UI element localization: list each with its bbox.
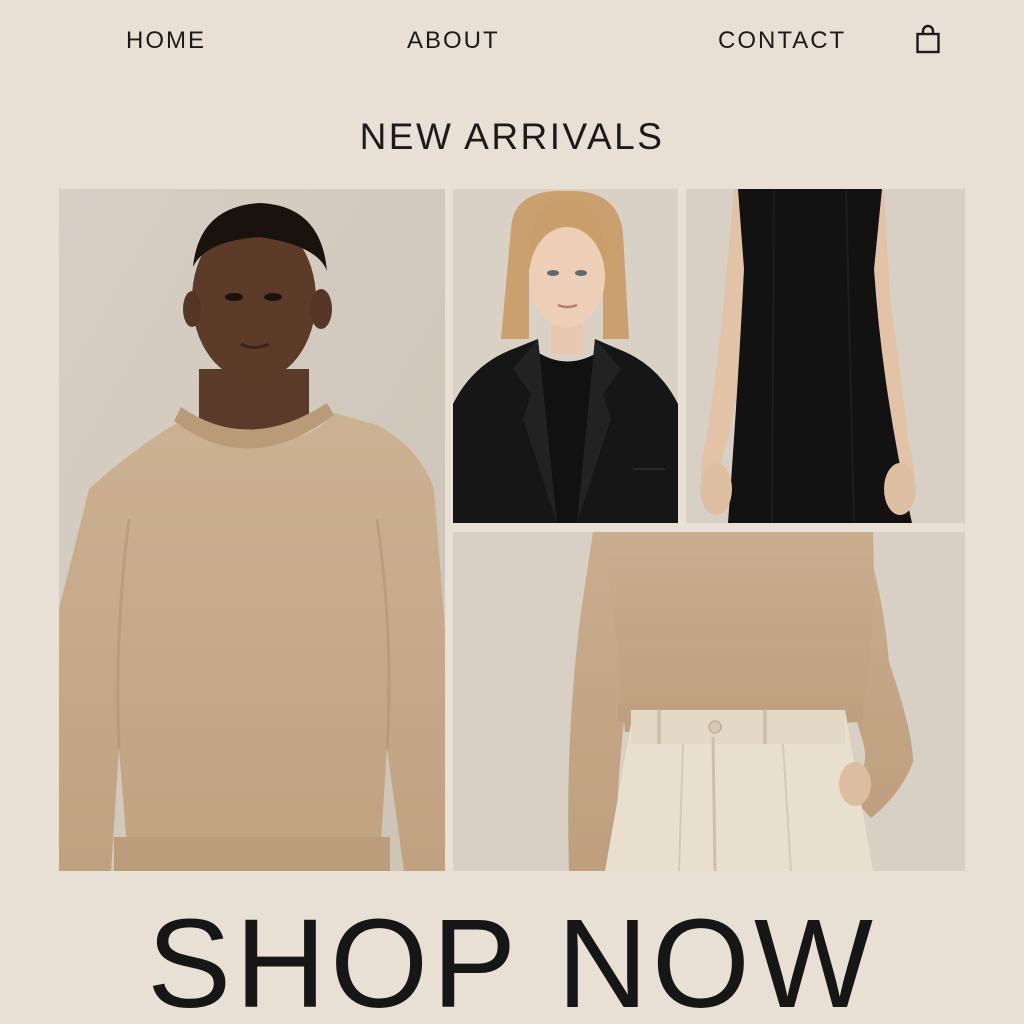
nav-link-contact[interactable]: CONTACT xyxy=(718,27,846,55)
black-slip-dress-photo xyxy=(686,189,965,523)
product-tile-sweater[interactable] xyxy=(59,189,445,871)
product-tile-blazer[interactable] xyxy=(453,189,678,523)
product-tile-dress[interactable] xyxy=(686,189,965,523)
nav-link-about[interactable]: ABOUT xyxy=(407,27,500,55)
woman-black-blazer-photo xyxy=(453,189,678,523)
man-beige-sweater-photo xyxy=(59,189,445,871)
shop-now-button[interactable]: SHOP NOW xyxy=(0,884,1024,1024)
shop-now-label: SHOP NOW xyxy=(147,893,877,1024)
shopping-bag-icon[interactable] xyxy=(914,24,942,56)
beige-sweater-cream-trousers-photo xyxy=(453,532,965,871)
product-tile-trousers[interactable] xyxy=(453,532,965,871)
nav-link-home[interactable]: HOME xyxy=(126,27,206,55)
top-nav: HOME ABOUT CONTACT xyxy=(0,0,1024,82)
section-title: NEW ARRIVALS xyxy=(359,116,665,157)
